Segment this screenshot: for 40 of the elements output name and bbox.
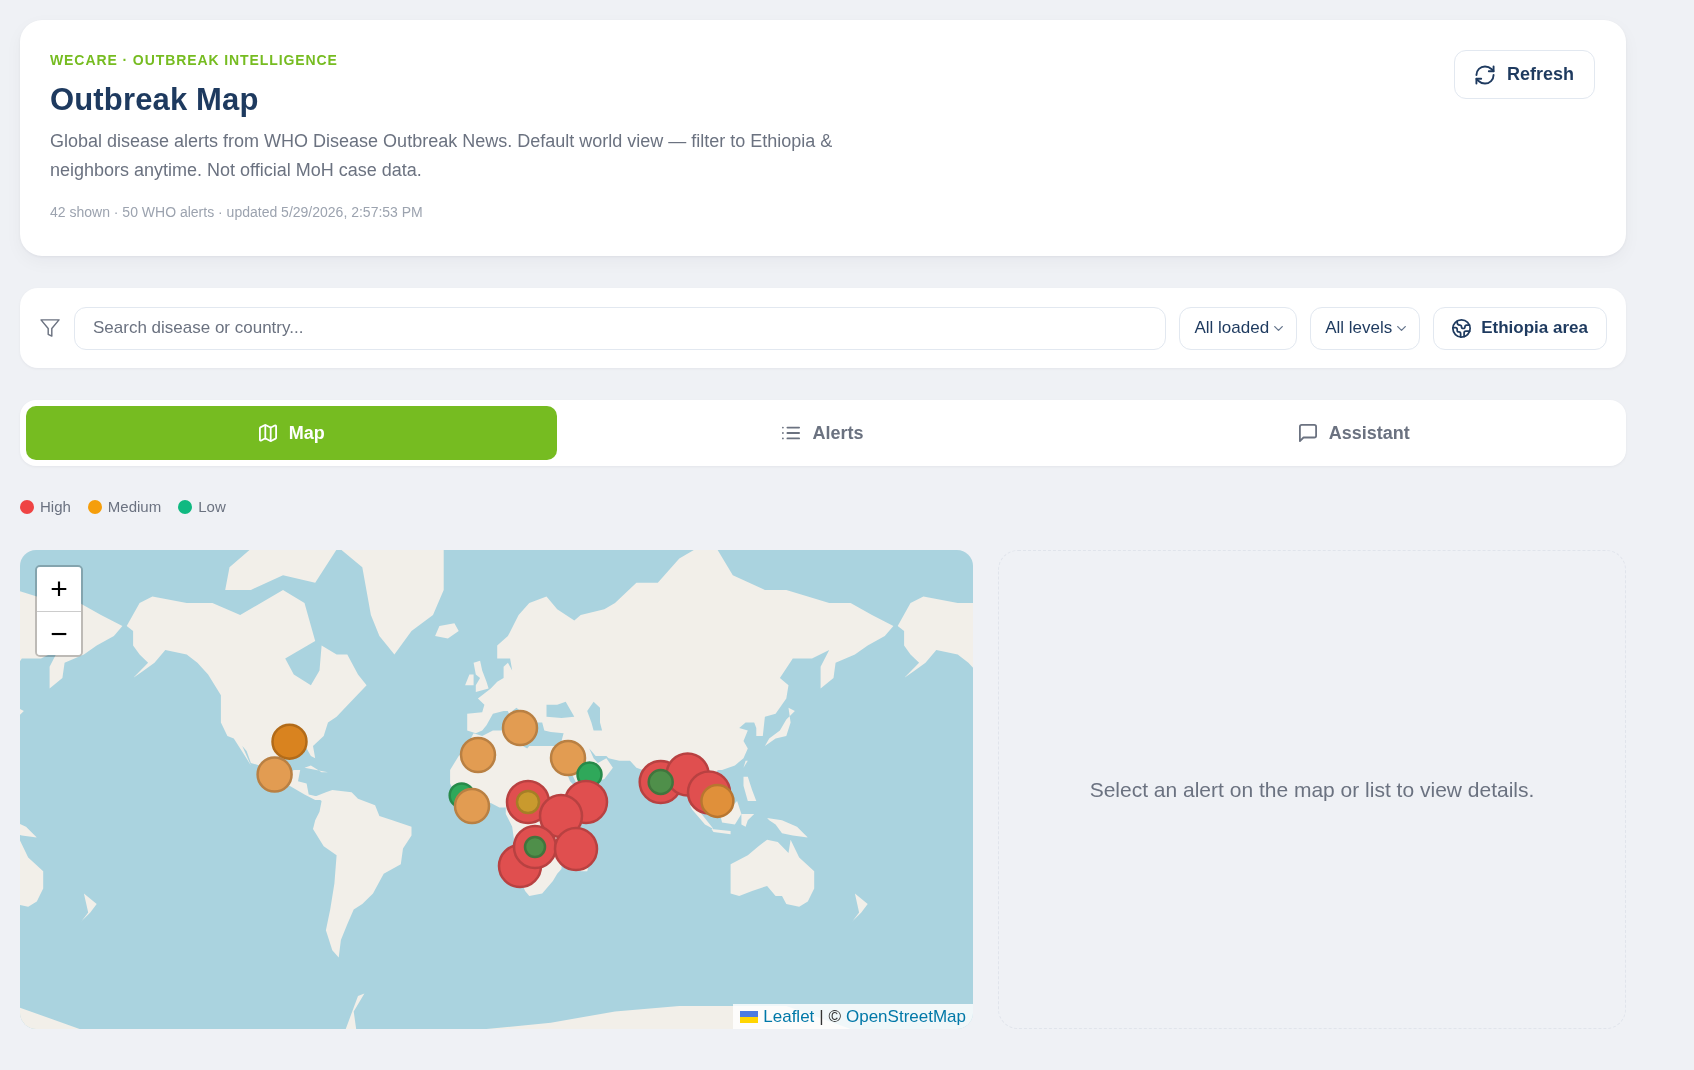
openstreetmap-link[interactable]: OpenStreetMap [846, 1006, 966, 1027]
legend-label: Low [198, 498, 226, 516]
map-marker-icon[interactable] [256, 756, 293, 793]
page-description: Global disease alerts from WHO Disease Outbreak News. Default world view — filter to Ethiopia & neighbors anytime. Not official MoH case data. [50, 130, 834, 182]
filter-icon [40, 319, 60, 337]
map-marker-icon[interactable] [271, 723, 308, 760]
eyebrow-text: WECARE · OUTBREAK INTELLIGENCE [50, 52, 338, 68]
filter-dropdown[interactable]: All levels [1310, 306, 1421, 350]
map-marker-icon[interactable] [459, 736, 497, 774]
chat-icon [1298, 424, 1317, 442]
filter-dropdown[interactable]: All loaded [1179, 306, 1298, 350]
map-marker-icon[interactable] [700, 783, 735, 819]
map-marker-icon[interactable] [647, 768, 674, 796]
area-filter-button[interactable]: Ethiopia area [1433, 306, 1607, 350]
refresh-button[interactable]: Refresh [1453, 50, 1595, 99]
globe-icon [1452, 318, 1472, 338]
map-icon [258, 424, 277, 442]
refresh-icon [1474, 64, 1495, 85]
empty-state-text: Select an alert on the map or list to view details. [1088, 777, 1536, 802]
zoom-out-button[interactable]: − [37, 611, 81, 655]
map-marker-icon[interactable] [553, 826, 599, 872]
caret-icon [1397, 325, 1407, 331]
page-title: Outbreak Map [50, 81, 259, 119]
list-icon [782, 424, 801, 442]
attribution-text: | © [819, 1006, 841, 1027]
leaflet-link[interactable]: Leaflet [763, 1006, 815, 1027]
view-tab[interactable]: Assistant [1088, 406, 1620, 460]
map-marker-icon[interactable] [515, 789, 541, 815]
world-map[interactable] [20, 550, 973, 1029]
status-text: 42 shown · 50 WHO alerts · updated 5/29/2026, 2:57:53 PM [50, 203, 423, 221]
zoom-in-button[interactable]: + [37, 567, 81, 611]
map-marker-icon[interactable] [523, 835, 547, 859]
legend-label: Medium [107, 498, 162, 516]
map-marker-icon[interactable] [453, 787, 491, 825]
view-tab[interactable]: Alerts [557, 406, 1089, 460]
map-marker-icon[interactable] [549, 739, 587, 777]
search-field[interactable]: Search disease or country... [74, 306, 1167, 350]
caret-icon [1274, 325, 1284, 331]
flag-icon [740, 1010, 759, 1023]
legend-label: High [40, 498, 71, 516]
